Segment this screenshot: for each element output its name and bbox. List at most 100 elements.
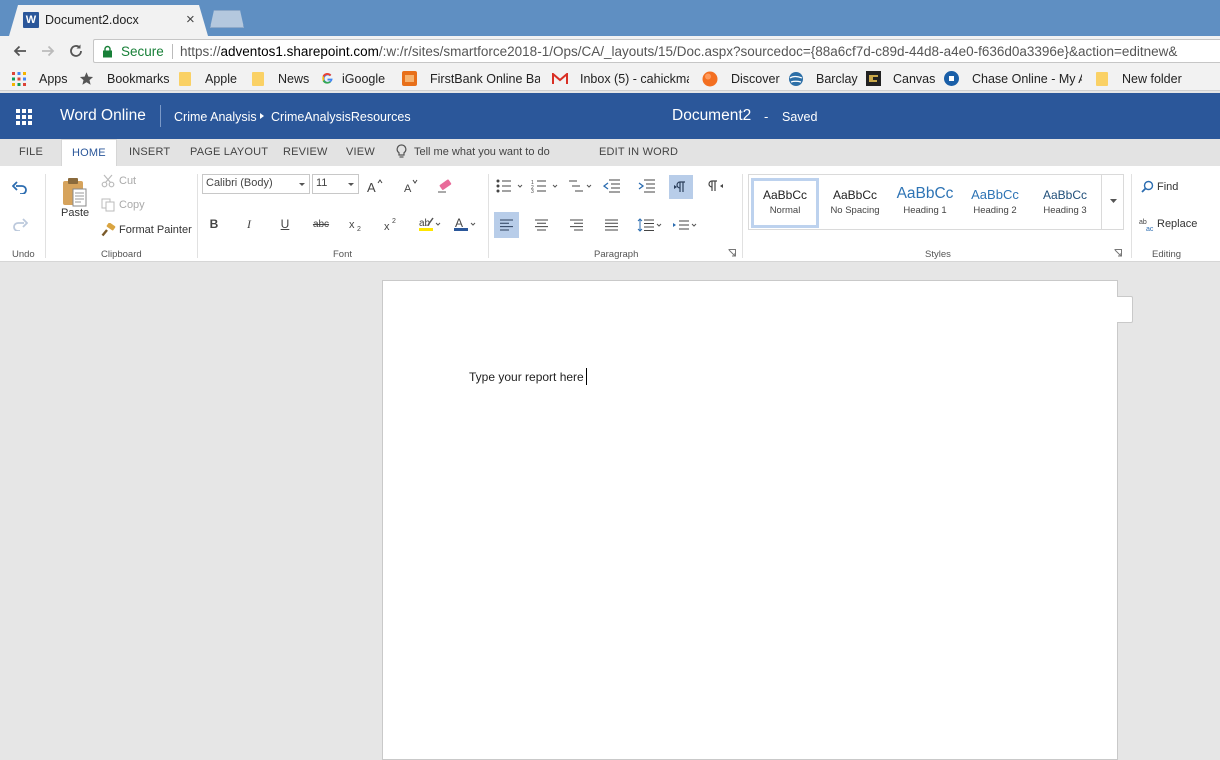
reload-icon[interactable] bbox=[64, 39, 88, 63]
style-heading-1[interactable]: AaBbCc Heading 1 bbox=[891, 178, 959, 228]
tell-me-box[interactable]: Tell me what you want to do bbox=[396, 144, 550, 159]
tab-file[interactable]: FILE bbox=[19, 146, 43, 158]
tab-home[interactable]: HOME bbox=[61, 139, 117, 167]
shrink-font-icon[interactable]: A bbox=[402, 177, 420, 195]
decrease-indent-icon[interactable] bbox=[602, 178, 622, 194]
group-label-paragraph: Paragraph bbox=[594, 249, 639, 260]
ribbon-home: Undo Paste Cut Copy Format Painter Clipb… bbox=[0, 166, 1220, 262]
word-icon: W bbox=[23, 12, 39, 28]
bookmark-apps[interactable]: Apps bbox=[12, 70, 68, 87]
multilevel-list-icon[interactable] bbox=[567, 178, 593, 194]
bookmarks-bar: Apps Bookmarks Apple News iGoogle FirstB… bbox=[0, 66, 1220, 91]
bookmark-igoogle[interactable]: iGoogle bbox=[321, 70, 385, 87]
grow-font-icon[interactable]: A bbox=[366, 177, 384, 195]
style-heading-2[interactable]: AaBbCc Heading 2 bbox=[961, 178, 1029, 228]
replace-button[interactable]: ab ac Replace bbox=[1139, 217, 1197, 231]
bookmark-news[interactable]: News bbox=[252, 70, 309, 87]
chevron-down-icon bbox=[299, 183, 305, 186]
font-size-dropdown[interactable]: 11 bbox=[312, 174, 359, 194]
bookmark-new-folder[interactable]: New folder bbox=[1096, 70, 1182, 87]
tab-insert[interactable]: INSERT bbox=[129, 146, 170, 158]
bookmark-bookmarks[interactable]: Bookmarks bbox=[79, 70, 170, 87]
italic-icon[interactable]: I bbox=[241, 215, 257, 233]
font-name-value: Calibri (Body) bbox=[206, 177, 273, 189]
tab-view[interactable]: VIEW bbox=[346, 146, 375, 158]
ltr-direction-icon[interactable] bbox=[669, 175, 693, 199]
styles-more-button[interactable] bbox=[1101, 175, 1124, 229]
bookmark-discover[interactable]: Discover bbox=[702, 70, 780, 87]
format-painter-button[interactable]: Format Painter bbox=[101, 223, 192, 237]
scissors-icon bbox=[101, 174, 115, 188]
tab-title: Document2.docx bbox=[45, 13, 139, 27]
cut-label: Cut bbox=[119, 175, 137, 187]
document-name[interactable]: Document2 bbox=[672, 107, 751, 125]
align-right-icon[interactable] bbox=[567, 216, 585, 234]
style-sample: AaBbCc bbox=[1042, 188, 1088, 202]
address-bar[interactable]: Secure https://adventos1.sharepoint.com/… bbox=[93, 39, 1220, 63]
paste-icon[interactable] bbox=[58, 174, 90, 210]
copy-button[interactable]: Copy bbox=[101, 198, 145, 212]
gmail-icon bbox=[552, 72, 568, 84]
bookmark-barclay[interactable]: Barclay bbox=[788, 70, 858, 87]
tab-page-layout[interactable]: PAGE LAYOUT bbox=[190, 146, 268, 158]
url-text[interactable]: https://adventos1.sharepoint.com/:w:/r/s… bbox=[180, 44, 1220, 59]
undo-icon[interactable] bbox=[10, 178, 30, 196]
highlight-color-icon[interactable]: ab bbox=[418, 215, 442, 233]
find-label: Find bbox=[1157, 180, 1179, 193]
paragraph-spacing-icon[interactable] bbox=[672, 216, 698, 234]
forward-arrow-icon[interactable] bbox=[36, 39, 60, 63]
style-normal[interactable]: AaBbCc Normal bbox=[751, 178, 819, 228]
find-button[interactable]: Find bbox=[1141, 180, 1178, 193]
strikethrough-icon[interactable]: abc bbox=[312, 215, 330, 233]
bookmark-firstbank[interactable]: FirstBank Online Ban bbox=[402, 70, 540, 87]
tab-review[interactable]: REVIEW bbox=[283, 146, 328, 158]
bookmark-inbox[interactable]: Inbox (5) - cahickma bbox=[552, 70, 689, 87]
subscript-icon[interactable]: x2 bbox=[348, 215, 366, 233]
numbering-icon[interactable]: 123 bbox=[531, 178, 559, 194]
paragraph-dialog-launcher-icon[interactable] bbox=[728, 249, 736, 257]
styles-dialog-launcher-icon[interactable] bbox=[1114, 249, 1122, 257]
bookmark-label: Discover bbox=[731, 71, 780, 86]
browser-tab[interactable]: W Document2.docx × bbox=[9, 5, 208, 36]
bullets-icon[interactable] bbox=[496, 178, 524, 194]
bold-icon[interactable]: B bbox=[206, 215, 222, 233]
increase-indent-icon[interactable] bbox=[637, 178, 657, 194]
url-host: adventos1.sharepoint.com bbox=[220, 44, 379, 59]
document-page[interactable]: Type your report here bbox=[382, 280, 1118, 760]
cut-button[interactable]: Cut bbox=[101, 174, 136, 188]
breadcrumb-site[interactable]: Crime Analysis bbox=[174, 110, 257, 124]
bookmark-chase[interactable]: Chase Online - My A bbox=[944, 70, 1082, 87]
group-divider bbox=[197, 174, 198, 258]
paste-button[interactable]: Paste bbox=[61, 207, 89, 219]
bookmark-label: Apple bbox=[205, 71, 237, 86]
new-tab-button[interactable] bbox=[210, 10, 244, 28]
superscript-icon[interactable]: x2 bbox=[383, 215, 401, 233]
bookmark-canvas[interactable]: Canvas bbox=[866, 70, 935, 87]
styles-gallery: AaBbCc Normal AaBbCc No Spacing AaBbCc H… bbox=[748, 174, 1124, 230]
rtl-direction-icon[interactable] bbox=[706, 178, 726, 194]
justify-icon[interactable] bbox=[602, 216, 620, 234]
font-name-dropdown[interactable]: Calibri (Body) bbox=[202, 174, 310, 194]
app-name[interactable]: Word Online bbox=[60, 107, 146, 125]
align-left-icon[interactable] bbox=[494, 212, 519, 238]
edit-in-word-button[interactable]: EDIT IN WORD bbox=[599, 146, 678, 158]
line-spacing-icon[interactable] bbox=[637, 216, 663, 234]
document-body-text[interactable]: Type your report here bbox=[469, 370, 584, 384]
chase-icon bbox=[944, 71, 959, 86]
comment-margin-tab[interactable] bbox=[1117, 296, 1133, 323]
style-no-spacing[interactable]: AaBbCc No Spacing bbox=[821, 178, 889, 228]
font-color-icon[interactable]: A bbox=[453, 215, 477, 233]
redo-icon[interactable] bbox=[10, 215, 30, 233]
align-center-icon[interactable] bbox=[532, 216, 550, 234]
app-launcher-icon[interactable] bbox=[16, 109, 32, 125]
close-tab-icon[interactable]: × bbox=[186, 12, 195, 28]
bookmark-apple[interactable]: Apple bbox=[179, 70, 237, 87]
underline-icon[interactable]: U bbox=[277, 215, 293, 233]
lock-icon bbox=[103, 45, 112, 58]
search-icon bbox=[1141, 180, 1154, 193]
style-heading-3[interactable]: AaBbCc Heading 3 bbox=[1031, 178, 1099, 228]
back-arrow-icon[interactable] bbox=[8, 39, 32, 63]
bookmark-label: iGoogle bbox=[342, 71, 386, 86]
breadcrumb-folder[interactable]: CrimeAnalysisResources bbox=[271, 110, 411, 124]
clear-formatting-icon[interactable] bbox=[436, 177, 454, 195]
